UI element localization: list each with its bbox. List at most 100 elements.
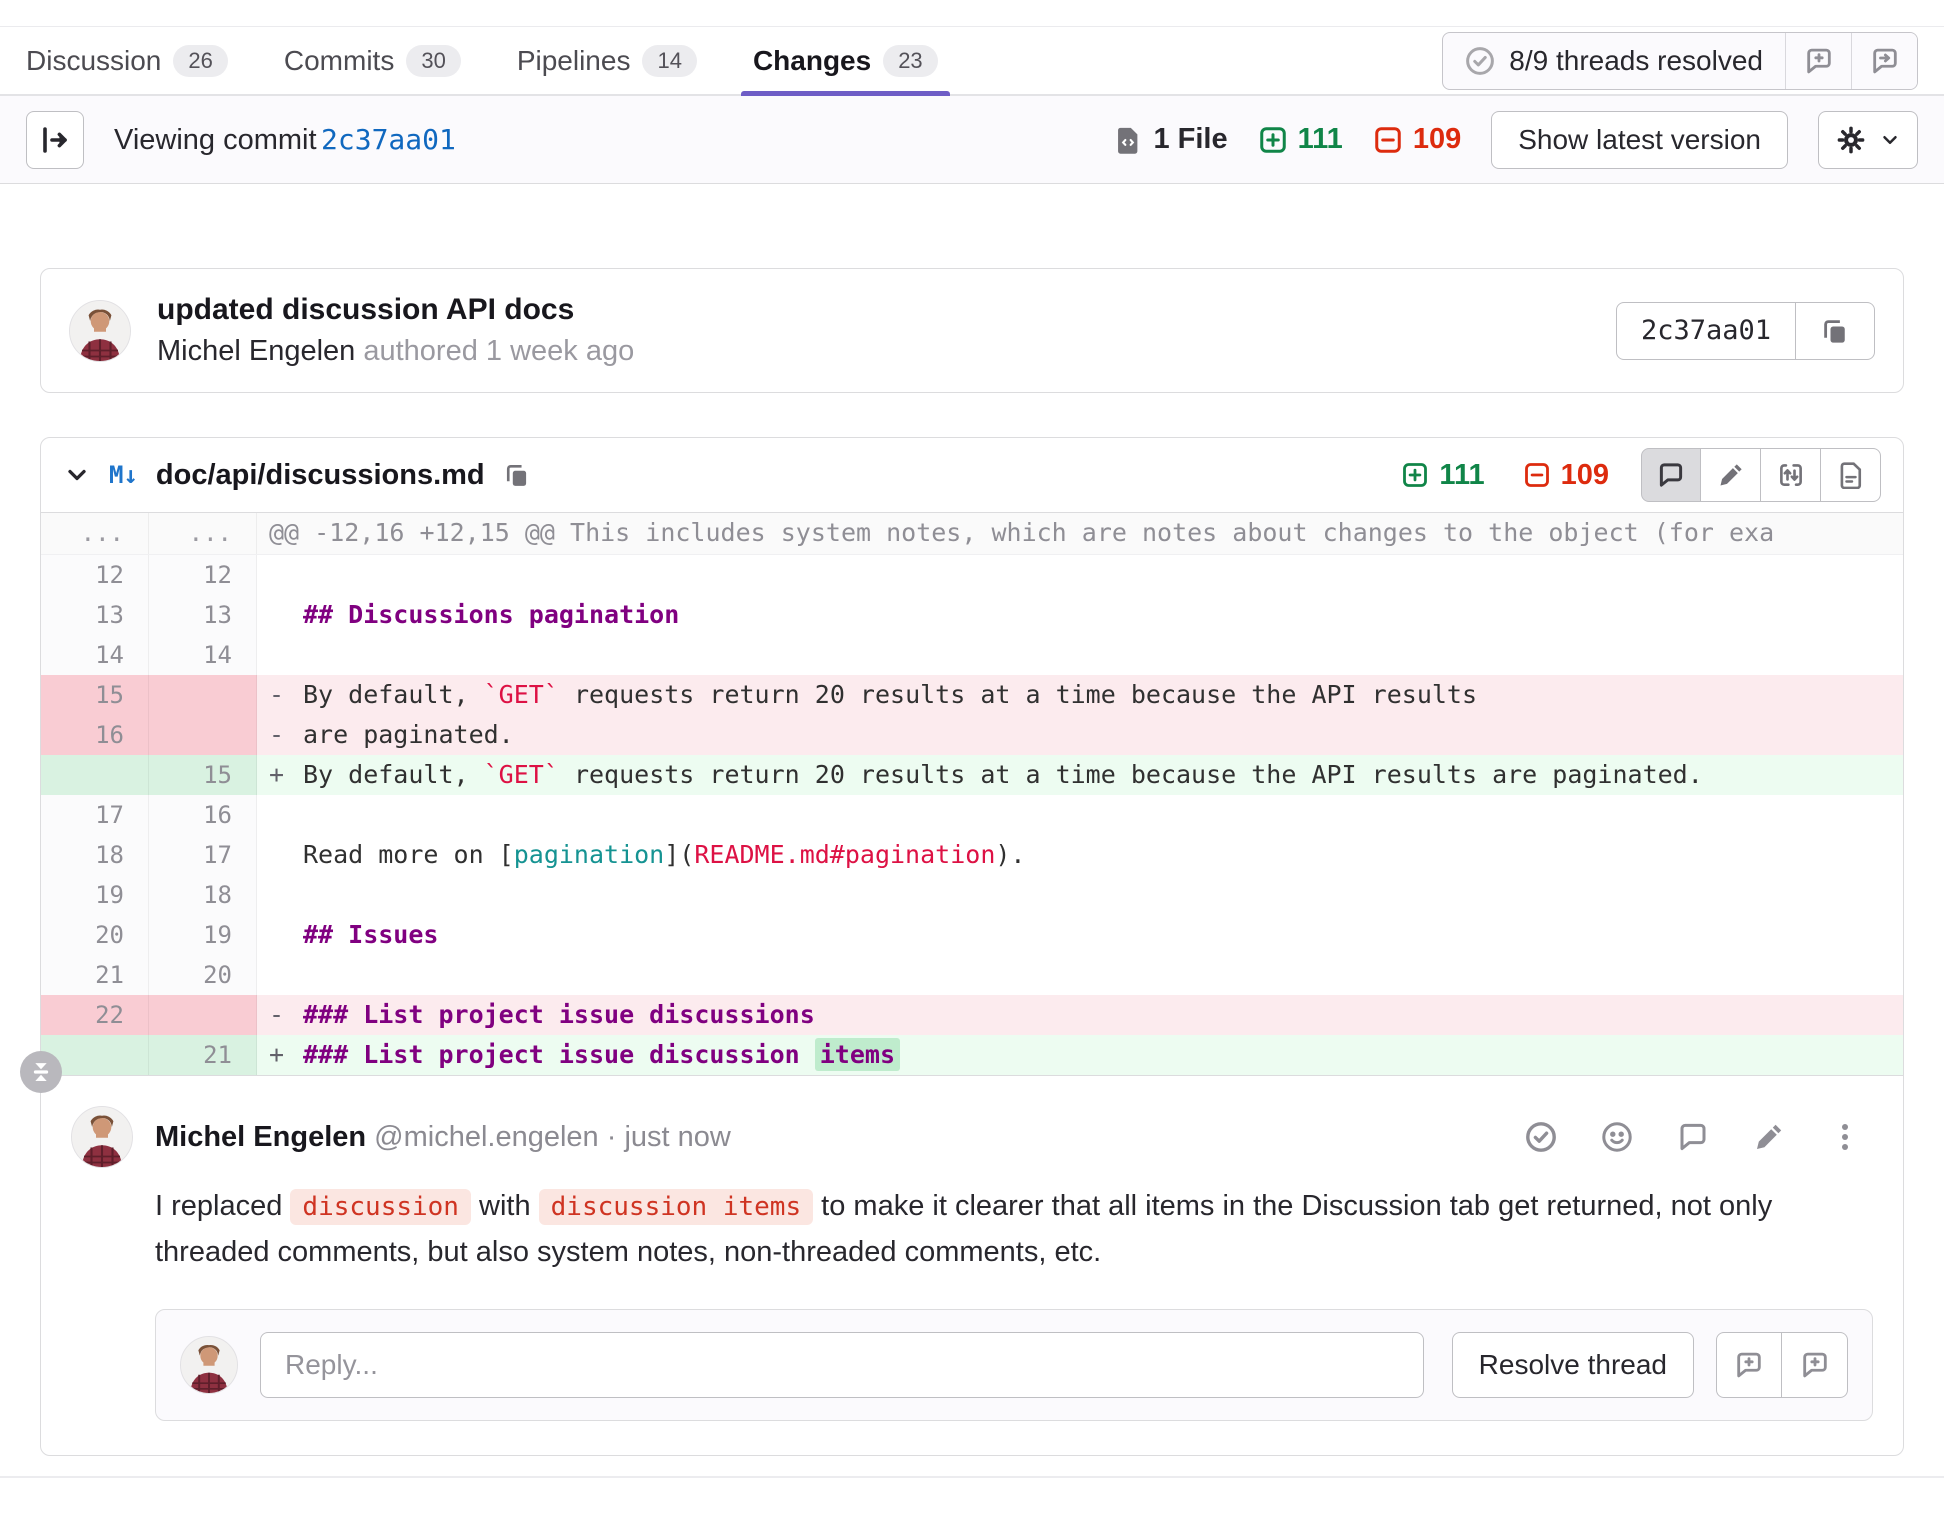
current-user-avatar [180, 1336, 238, 1394]
reply-input[interactable] [260, 1332, 1424, 1398]
diff-new-line-number[interactable]: 18 [149, 875, 257, 915]
diff-line-ctx: 1918 [41, 875, 1903, 915]
diff-file-path[interactable]: doc/api/discussions.md [156, 459, 485, 492]
diff-new-line-number[interactable]: 14 [149, 635, 257, 675]
diff-line-content [257, 875, 1903, 915]
copy-sha-button[interactable] [1796, 302, 1875, 360]
resolve-thread-check-icon[interactable] [1525, 1121, 1557, 1153]
diff-new-line-number[interactable] [149, 715, 257, 755]
diff-line-content: +By default, `GET` requests return 20 re… [257, 755, 1903, 795]
toggle-comments-button[interactable] [1641, 448, 1701, 502]
diff-line-content: -### List project issue discussions [257, 995, 1903, 1035]
diff-line-ctx: 1313## Discussions pagination [41, 595, 1903, 635]
note-author-name[interactable]: Michel Engelen [155, 1121, 366, 1153]
collapse-replies-button[interactable] [20, 1051, 62, 1093]
diff-line-content [257, 795, 1903, 835]
commit-sha-group: 2c37aa01 [1616, 302, 1875, 360]
chevron-down-icon [1879, 129, 1901, 151]
tab-count-badge: 26 [173, 45, 227, 77]
edit-file-button[interactable] [1701, 448, 1761, 502]
minus-square-icon [1373, 125, 1403, 155]
diff-new-line-number[interactable]: 21 [149, 1035, 257, 1075]
commit-sha-button[interactable]: 2c37aa01 [1616, 302, 1796, 360]
diff-old-line-number[interactable]: 20 [41, 915, 149, 955]
diff-new-line-number[interactable]: 15 [149, 755, 257, 795]
diff-old-line-number[interactable]: 16 [41, 715, 149, 755]
diff-old-line-number[interactable]: 17 [41, 795, 149, 835]
diff-old-line-number[interactable]: 12 [41, 555, 149, 595]
diff-new-line-number[interactable]: 17 [149, 835, 257, 875]
hunk-new-ellipsis: ... [149, 513, 257, 554]
diff-table: ... ... @@ -12,16 +12,15 @@ This include… [41, 512, 1903, 1076]
next-section-divider [0, 1476, 1944, 1478]
add-comment-now-button[interactable] [1782, 1332, 1848, 1398]
diff-line-content [257, 555, 1903, 595]
tab-commits[interactable]: Commits30 [284, 27, 461, 94]
mr-tabs: Discussion26 Commits30 Pipelines14 Changes2… [26, 27, 938, 94]
diff-hunk-header: ... ... @@ -12,16 +12,15 @@ This include… [41, 513, 1903, 555]
diff-old-line-number[interactable]: 14 [41, 635, 149, 675]
toggle-file-browser-button[interactable] [26, 111, 84, 169]
collapse-icon [28, 1059, 54, 1085]
diff-file-card: M↓ doc/api/discussions.md 111 109 [40, 437, 1904, 1456]
edit-comment-icon[interactable] [1753, 1121, 1785, 1153]
toggle-file-comments-button[interactable] [1851, 33, 1917, 89]
gear-icon [1835, 124, 1867, 156]
compare-versions-button[interactable] [1761, 448, 1821, 502]
inline-code: discussion [290, 1189, 471, 1225]
diff-old-line-number[interactable]: 19 [41, 875, 149, 915]
commit-author-name[interactable]: Michel Engelen [157, 335, 355, 367]
note-text: with [471, 1190, 539, 1222]
jump-to-next-thread-button[interactable] [1785, 33, 1851, 89]
diff-version-toolbar: Viewing commit 2c37aa01 1 File 111 109 S… [0, 96, 1944, 184]
resolve-thread-button[interactable]: Resolve thread [1452, 1332, 1694, 1398]
copy-file-path-button[interactable] [503, 461, 531, 489]
chevron-down-icon[interactable] [63, 461, 91, 489]
diff-new-line-number[interactable] [149, 995, 257, 1035]
diff-new-line-number[interactable]: 19 [149, 915, 257, 955]
viewing-commit-label: Viewing commit [114, 124, 317, 156]
diff-new-line-number[interactable]: 13 [149, 595, 257, 635]
threads-resolved-label: 8/9 threads resolved [1509, 45, 1763, 77]
add-comment-to-review-button[interactable] [1716, 1332, 1782, 1398]
diff-old-line-number[interactable]: 18 [41, 835, 149, 875]
tab-count-badge: 30 [406, 45, 460, 77]
more-actions-icon[interactable] [1829, 1121, 1861, 1153]
diff-old-line-number[interactable]: 15 [41, 675, 149, 715]
note-timestamp[interactable]: · just now [607, 1121, 731, 1153]
diff-new-line-number[interactable] [149, 675, 257, 715]
file-additions-count: 111 [1401, 459, 1484, 492]
diff-line-content: -are paginated. [257, 715, 1903, 755]
view-file-button[interactable] [1821, 448, 1881, 502]
tab-changes[interactable]: Changes23 [753, 27, 938, 94]
comment-icon[interactable] [1677, 1121, 1709, 1153]
threads-resolved-status: 8/9 threads resolved [1443, 33, 1785, 89]
viewing-commit-sha-link[interactable]: 2c37aa01 [321, 123, 456, 156]
diff-old-line-number[interactable] [41, 755, 149, 795]
deletions-count: 109 [1373, 123, 1461, 156]
diff-old-line-number[interactable]: 21 [41, 955, 149, 995]
diff-line-content: -By default, `GET` requests return 20 re… [257, 675, 1903, 715]
diff-file-header: M↓ doc/api/discussions.md 111 109 [41, 438, 1903, 512]
discussion-note: Michel Engelen @michel.engelen · just no… [41, 1076, 1903, 1455]
diff-new-line-number[interactable]: 16 [149, 795, 257, 835]
diff-line-content: Read more on [pagination](README.md#pagi… [257, 835, 1903, 875]
commit-author-avatar[interactable] [69, 300, 131, 362]
note-body: I replaced discussion with discussion it… [155, 1184, 1795, 1275]
show-latest-version-button[interactable]: Show latest version [1491, 111, 1788, 169]
emoji-icon[interactable] [1601, 1121, 1633, 1153]
diff-new-line-number[interactable]: 20 [149, 955, 257, 995]
note-author-username[interactable]: @michel.engelen [374, 1121, 599, 1153]
sidebar-expand-icon [39, 124, 71, 156]
note-author-avatar[interactable] [71, 1106, 133, 1168]
diff-old-line-number[interactable]: 22 [41, 995, 149, 1035]
tab-pipelines[interactable]: Pipelines14 [517, 27, 697, 94]
diff-line-ctx: 1817Read more on [pagination](README.md#… [41, 835, 1903, 875]
diff-new-line-number[interactable]: 12 [149, 555, 257, 595]
diff-settings-button[interactable] [1818, 111, 1918, 169]
diff-line-add: 21+### List project issue discussion ite… [41, 1035, 1903, 1075]
note-actions [1525, 1121, 1873, 1153]
diff-old-line-number[interactable]: 13 [41, 595, 149, 635]
markdown-file-icon: M↓ [109, 461, 138, 489]
tab-discussion[interactable]: Discussion26 [26, 27, 228, 94]
